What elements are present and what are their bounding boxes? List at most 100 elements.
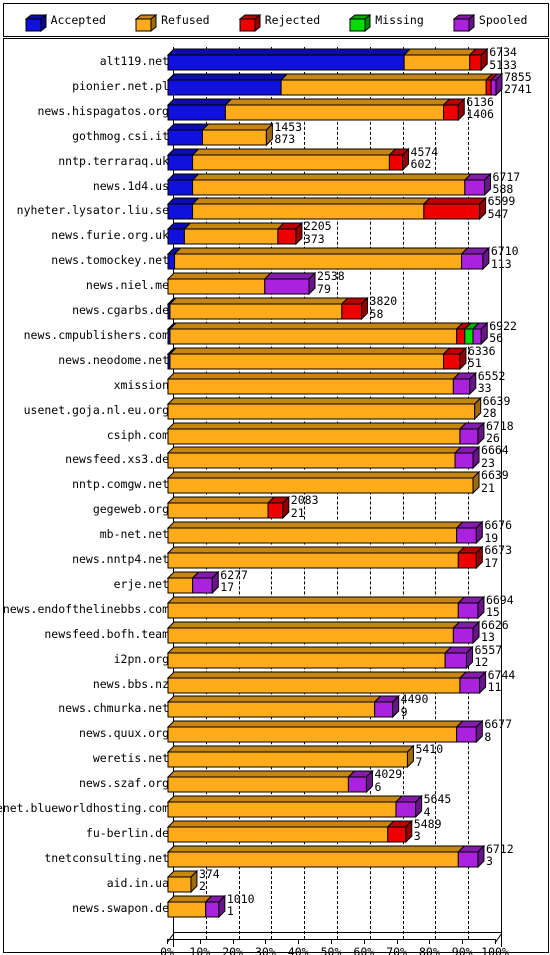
category-label: news.endofthelinebbs.com	[2, 601, 169, 616]
bar-value-labels: 6639 21	[481, 470, 509, 494]
bar-value-labels: 374 2	[199, 868, 220, 893]
cube-icon	[452, 13, 476, 33]
bar-second-value: 113	[490, 256, 512, 271]
category-label: newsfeed.bofh.team	[44, 626, 169, 641]
bar-value-labels: 6664 23	[481, 445, 509, 469]
category-label: pionier.net.pl	[72, 78, 169, 93]
cube-icon	[238, 13, 262, 33]
stacked-bar[interactable]	[166, 545, 484, 570]
stacked-bar[interactable]	[166, 720, 484, 744]
plot-panel: 0% 10% 20% 30% 40% 50% 60% 70% 80% 90% 100% alt119…	[0, 38, 549, 955]
legend-label: Missing	[375, 13, 424, 27]
stacked-bar[interactable]	[166, 645, 474, 669]
bar-second-value: 33	[477, 381, 492, 396]
category-label: i2pn.org	[113, 651, 169, 666]
bar-row: erje.net 6277 17	[4, 569, 548, 597]
bar-row: i2pn.org 6557 12	[4, 644, 548, 672]
bar-value-labels: 6673 17	[484, 544, 512, 569]
stacked-bar[interactable]	[166, 670, 487, 694]
category-label: fu-berlin.de	[85, 825, 169, 840]
stacked-bar[interactable]	[166, 296, 369, 321]
category-label: tnetconsulting.net	[44, 850, 169, 865]
bar-value-labels: 4029 6	[374, 769, 402, 793]
bar-value-labels: 1453 873	[274, 121, 302, 146]
stacked-bar[interactable]	[166, 570, 220, 595]
bar-row: nntp.comgw.net 6639 21	[4, 470, 548, 497]
stacked-bar[interactable]	[166, 695, 400, 719]
category-label: gegeweb.org	[92, 502, 169, 517]
bar-row: news.cmpublishers.com 6922 56	[4, 320, 548, 348]
category-label: news.niel.me	[85, 278, 169, 293]
bar-second-value: 9	[400, 704, 408, 719]
category-label: usenet.blueworldhosting.com	[0, 801, 169, 815]
stacked-bar[interactable]	[166, 72, 504, 97]
bar-row: tnetconsulting.net 6712 3	[4, 843, 548, 871]
stacked-bar[interactable]	[166, 595, 486, 620]
stacked-bar[interactable]	[166, 97, 466, 122]
category-label: news.szaf.org	[78, 776, 169, 791]
bar-value-labels: 5410 7	[415, 744, 443, 768]
bar-value-labels: 6922 56	[489, 320, 517, 345]
stacked-bar[interactable]	[166, 894, 227, 918]
bar-rows: alt119.net 6734 5133 pionier.net.pl 7855 2741…	[0, 39, 548, 952]
bar-second-value: 547	[487, 206, 509, 221]
stacked-bar[interactable]	[166, 844, 486, 869]
bar-second-value: 602	[410, 157, 432, 172]
stacked-bar[interactable]	[166, 620, 481, 644]
bar-row: news.niel.me 2538 79	[4, 271, 548, 298]
bar-second-value: 58	[369, 306, 384, 321]
bar-total-value: 2538	[317, 269, 345, 284]
bar-second-value: 12	[474, 655, 489, 670]
bar-value-labels: 6557 12	[474, 644, 502, 670]
bar-value-labels: 6552 33	[477, 370, 506, 396]
stacked-bar[interactable]	[166, 471, 481, 495]
bar-total-value: 6676	[484, 518, 513, 533]
cube-icon	[134, 13, 158, 33]
stacked-bar[interactable]	[166, 396, 482, 420]
stacked-bar[interactable]	[166, 869, 199, 893]
category-label: news.chmurka.net	[58, 701, 169, 716]
bar-row: nntp.terraraq.uk 4574 602	[4, 146, 548, 174]
legend-item-spooled: Spooled	[452, 10, 527, 33]
bar-second-value: 1406	[466, 107, 494, 122]
stacked-bar[interactable]	[166, 769, 374, 794]
stacked-bar[interactable]	[166, 197, 487, 221]
stacked-bar-chart: 0% 10% 20% 30% 40% 50% 60% 70% 80% 90% 100% alt119…	[0, 39, 548, 955]
category-label: xmission	[113, 377, 169, 392]
stacked-bar[interactable]	[166, 222, 304, 246]
stacked-bar[interactable]	[166, 371, 477, 395]
bar-row: usenet.goja.nl.eu.org 6639 28	[4, 395, 548, 423]
stacked-bar[interactable]	[166, 47, 489, 72]
bar-second-value: 17	[220, 580, 235, 595]
stacked-bar[interactable]	[166, 495, 291, 520]
bar-second-value: 373	[303, 231, 325, 246]
chart-page: Accepted Refused Rejected Missing Spooled 0%…	[0, 0, 550, 955]
stacked-bar[interactable]	[166, 421, 486, 445]
bar-second-value: 7	[415, 754, 423, 769]
category-label: news.furie.org.uk	[51, 228, 169, 243]
stacked-bar[interactable]	[166, 271, 317, 296]
bar-second-value: 1	[226, 904, 234, 919]
bar-row: alt119.net 6734 5133	[4, 46, 548, 74]
stacked-bar[interactable]	[166, 147, 410, 171]
bar-row: newsfeed.bofh.team 6626 13	[4, 619, 548, 647]
stacked-bar[interactable]	[166, 744, 415, 769]
bar-second-value: 3	[413, 829, 421, 844]
stacked-bar[interactable]	[166, 520, 484, 545]
stacked-bar[interactable]	[166, 246, 491, 271]
stacked-bar[interactable]	[166, 819, 414, 844]
category-label: newsfeed.xs3.de	[65, 452, 169, 467]
bar-value-labels: 6717 588	[493, 171, 521, 196]
stacked-bar[interactable]	[166, 446, 481, 470]
stacked-bar[interactable]	[166, 122, 274, 146]
bar-row: news.neodome.net 6336 51	[4, 345, 548, 373]
bar-value-labels: 1010 1	[226, 893, 255, 919]
bar-value-labels: 6277 17	[220, 569, 248, 595]
bar-second-value: 79	[317, 281, 331, 296]
stacked-bar[interactable]	[166, 321, 489, 346]
bar-total-value: 3820	[369, 294, 398, 308]
stacked-bar[interactable]	[166, 346, 468, 371]
stacked-bar[interactable]	[166, 172, 492, 196]
bar-row: usenet.blueworldhosting.com 5645 4	[0, 793, 548, 821]
stacked-bar[interactable]	[166, 794, 423, 819]
